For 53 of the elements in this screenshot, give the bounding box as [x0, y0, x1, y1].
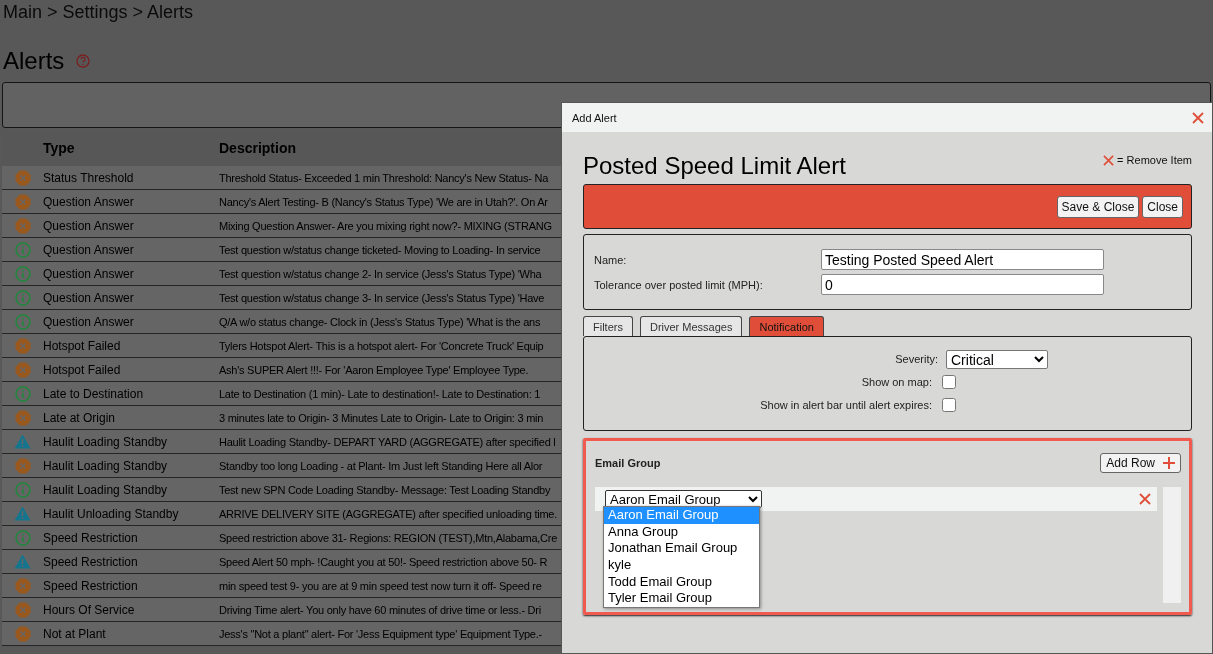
table-cell: Test question w/status change 2- In service (Jess's Status Type) 'Wha: [219, 267, 542, 280]
table-cell: Standby too long Loading - at Plant- Im Just left Standing Here all Alor: [219, 459, 543, 472]
table-cell: Test question w/status change 3- In service (Jess's Status Type) 'Have: [219, 291, 545, 304]
table-cell-text: Hours Of Service: [43, 602, 136, 617]
table-cell: Threshold Status- Exceeded 1 min Threshold: Nancy's New Status- Na: [219, 171, 548, 184]
alert-heading: Posted Speed Limit Alert: [583, 152, 846, 180]
breadcrumb: Main > Settings > Alerts: [2, 1, 195, 24]
dialog-title: Add Alert: [572, 111, 617, 124]
table-cell: Haulit Loading Standby- DEPART YARD (AGGREGATE) after specified l: [219, 435, 556, 448]
table-cell-text: Late at Origin: [43, 410, 117, 425]
table-cell: Speed Alert 50 mph- !Caught you at 50!- Speed restriction above 50- R: [219, 555, 548, 568]
legend-text: = Remove Item: [1117, 154, 1192, 166]
column-header: Description: [219, 140, 296, 156]
page-title: Alerts: [3, 47, 65, 75]
table-cell: Mixing Question Answer- Are you mixing right now?- MIXING (STRANG: [219, 219, 552, 232]
table-cell-text: Speed Restriction: [43, 530, 139, 545]
table-cell-text: Hotspot Failed: [43, 338, 122, 353]
table-cell-text: Haulit Loading Standby: [43, 434, 169, 449]
table-cell-text: Speed Restriction: [43, 578, 139, 593]
table-cell: ARRIVE DELIVERY SITE (AGGREGATE) after specified unloading time.: [219, 507, 557, 520]
field-label: Name:: [594, 253, 628, 266]
table-cell: min speed test 9- you are at 9 min speed test now turn it off- Speed re: [219, 579, 542, 592]
table-cell-text: Question Answer: [43, 194, 135, 209]
table-cell: Late to Destination (1 min)- Late to destination!- Late to Destination: 1: [219, 387, 541, 400]
table-cell-text: Haulit Unloading Standby: [43, 506, 180, 521]
table-cell-text: Haulit Loading Standby: [43, 482, 169, 497]
table-cell: Q/A w/o status change- Clock in (Jess's Status Type) 'What is the ans: [219, 315, 541, 328]
table-cell-text: Status Threshold: [43, 170, 135, 185]
section-label: Email Group: [595, 457, 661, 469]
table-cell-text: Question Answer: [43, 242, 135, 257]
table-cell: Speed restriction above 31- Regions: REGION (TEST),Mtn,Alabama,Cre: [219, 531, 558, 544]
table-cell-text: Question Answer: [43, 290, 135, 305]
table-cell: Test question w/status change ticketed- Moving to Loading- In service: [219, 243, 541, 256]
table-cell-text: Not at Plant: [43, 626, 107, 641]
field-label: Tolerance over posted limit (MPH):: [594, 278, 764, 291]
table-cell-text: Question Answer: [43, 218, 135, 233]
table-cell: Nancy's Alert Testing- B (Nancy's Status Type) 'We are in Utah?'. On Ar: [219, 195, 548, 208]
table-cell-text: Question Answer: [43, 266, 135, 281]
checkbox-label: Show on map:: [861, 376, 932, 388]
table-cell-text: Question Answer: [43, 314, 135, 329]
table-cell-text: Haulit Loading Standby: [43, 458, 169, 473]
table-cell: Jess's "Not a plant" alert- For 'Jess Equipment type' Equipment Type.-: [219, 627, 542, 640]
table-cell: Ash's SUPER Alert !!!- For 'Aaron Employee Type' Employee Type.: [219, 363, 529, 376]
table-cell-text: Hotspot Failed: [43, 362, 122, 377]
table-cell-text: Speed Restriction: [43, 554, 139, 569]
table-cell: Driving Time alert- You only have 60 minutes of drive time or less.- Dri: [219, 603, 541, 616]
table-cell-text: Late to Destination: [43, 386, 145, 401]
table-cell: 3 minutes late to Origin- 3 Minutes Late to Origin- Late to Origin: 3 min: [219, 411, 544, 424]
table-cell: Test new SPN Code Loading Standby- Message: Test Loading Standby: [219, 483, 551, 496]
field-label: Severity:: [895, 353, 938, 365]
checkbox-label: Show in alert bar until alert expires:: [760, 399, 932, 411]
column-header: Type: [43, 140, 76, 156]
table-cell: Tylers Hotspot Alert- This is a hotspot alert- For 'Concrete Truck' Equip: [219, 339, 544, 352]
